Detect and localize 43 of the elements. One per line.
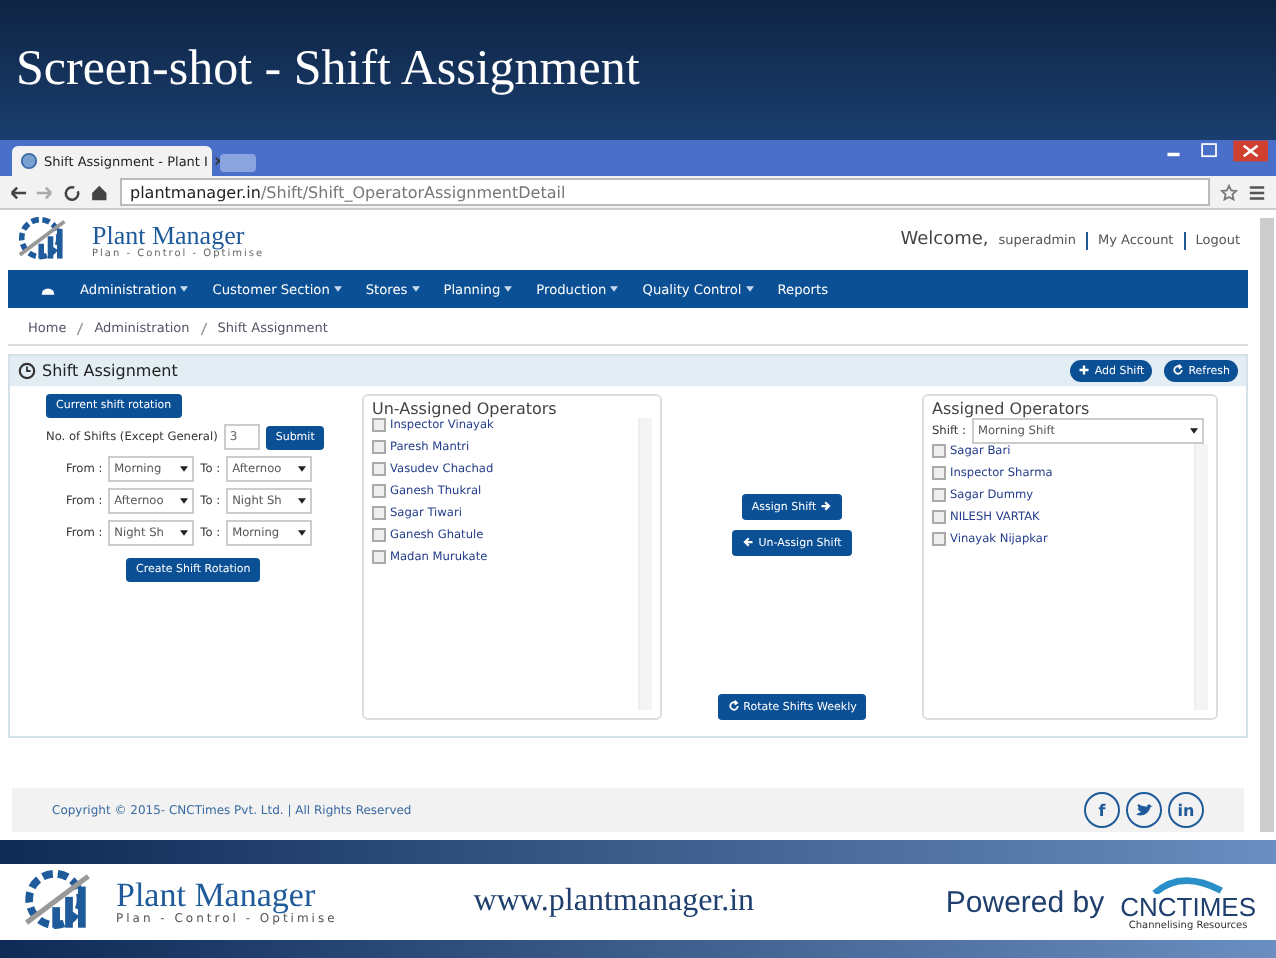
arrow-right-icon (820, 500, 833, 512)
menu-icon[interactable] (1248, 183, 1266, 201)
caret-icon (180, 286, 189, 292)
panel-title: Shift Assignment (42, 362, 178, 380)
powered-by-text: Powered by (945, 885, 1105, 919)
slash-separator-icon (76, 321, 85, 335)
caret-icon (504, 286, 513, 292)
caret-icon (180, 498, 189, 504)
caret-icon (411, 286, 420, 292)
globe-icon (20, 152, 38, 170)
welcome-text: Welcome, (900, 230, 989, 250)
refresh-icon (1172, 364, 1185, 376)
caret-icon (745, 286, 754, 292)
navigation-icons-drawing[interactable] (10, 183, 110, 201)
slide-title: Screen-shot - Shift Assignment (16, 42, 640, 98)
scrollbar[interactable] (1194, 444, 1208, 710)
box-title: Un-Assigned Operators (372, 400, 559, 418)
brand-name: Plant Manager (116, 878, 316, 912)
social-link[interactable]: in (1168, 792, 1204, 828)
caret-icon (298, 498, 307, 504)
plus-icon (1078, 364, 1091, 376)
caret-icon (180, 466, 189, 472)
social-link[interactable]: f (1084, 792, 1120, 828)
caret-icon (610, 286, 619, 292)
clock-icon (18, 362, 36, 380)
bird-icon[interactable] (1126, 792, 1162, 828)
page-scrollbar[interactable] (1260, 218, 1274, 832)
caret-icon (298, 466, 307, 472)
website-text: www.plantmanager.in (473, 884, 755, 920)
company-logo-text: CNCTIMES (1120, 893, 1256, 919)
refresh-icon (727, 700, 740, 712)
arrow-left-icon (742, 536, 755, 548)
brand-name: Plant Manager (92, 221, 245, 247)
slash-separator-icon (199, 321, 208, 335)
star-icon[interactable] (1220, 183, 1238, 201)
caret-icon (333, 286, 342, 292)
caret-icon (298, 530, 307, 536)
address-bar[interactable]: plantmanager.in/Shift/Shift_OperatorAssignmentDetail (120, 178, 1210, 206)
caret-icon (180, 530, 189, 536)
window-controls-drawing[interactable] (1164, 140, 1268, 162)
caret-icon (1189, 428, 1198, 434)
box-title: Assigned Operators (932, 400, 1092, 418)
close-icon[interactable] (213, 156, 224, 166)
